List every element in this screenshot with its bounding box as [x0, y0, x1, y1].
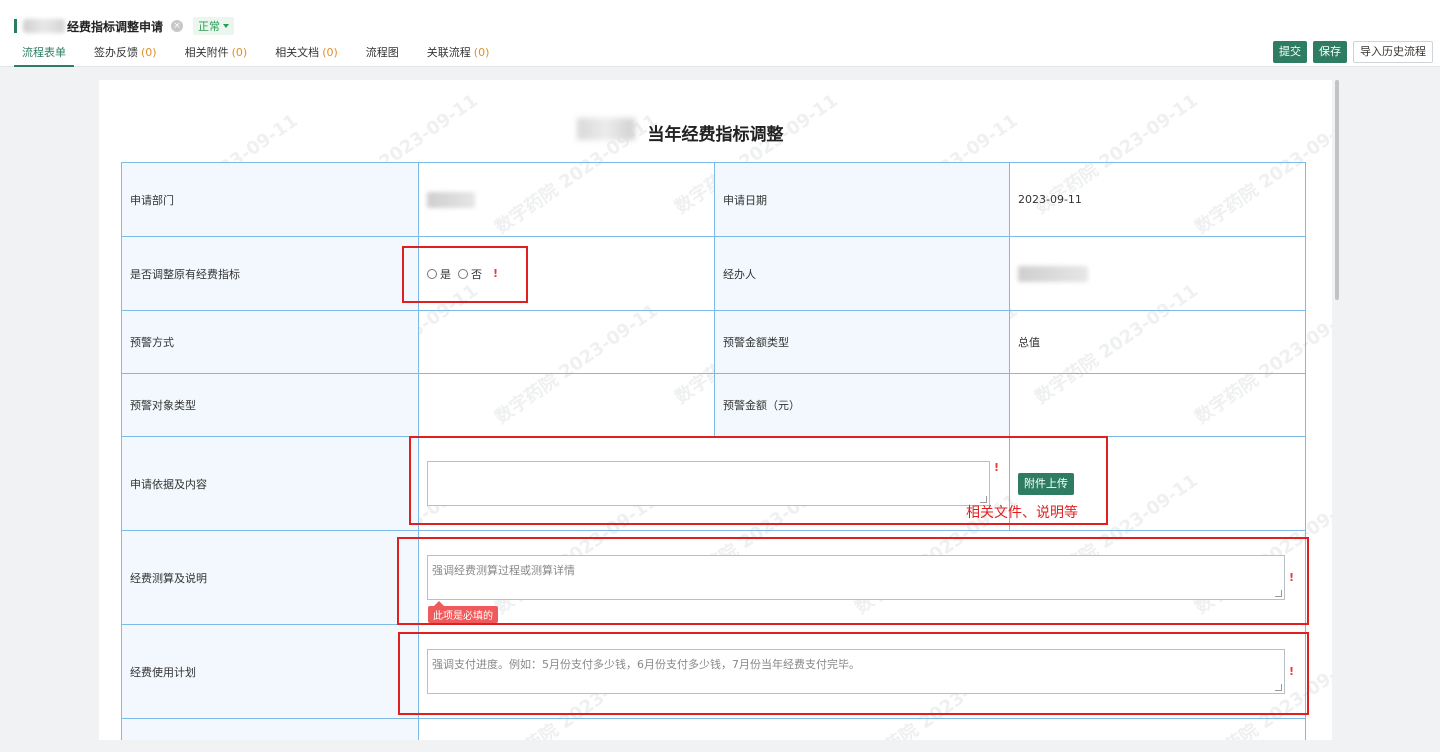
field-label	[121, 718, 419, 740]
tab-attachments[interactable]: 相关附件 (0)	[185, 44, 248, 67]
field-label: 经费测算及说明	[121, 530, 419, 625]
tab-bar: 流程表单 签办反馈 (0) 相关附件 (0) 相关文档 (0) 流程图 关联流程 (0)	[14, 44, 517, 67]
calc-cell: 强调经费测算过程或测算详情 ! 此项是必填的	[418, 530, 1306, 625]
table-row: 经费测算及说明 强调经费测算过程或测算详情 ! 此项是必填的	[121, 530, 1306, 625]
required-mark: !	[1289, 665, 1295, 678]
tab-process-form[interactable]: 流程表单	[14, 44, 74, 67]
date-value: 2023-09-11	[1009, 162, 1306, 237]
table-row: 预警对象类型 预警金额（元）	[121, 373, 1306, 437]
status-dropdown[interactable]: 正常	[193, 17, 235, 35]
required-mark: !	[994, 461, 1000, 474]
tab-label: 关联流程	[426, 46, 471, 59]
table-row: 经费使用计划 强调支付进度。例如：5月份支付多少钱，6月份支付多少钱，7月份当年…	[121, 624, 1306, 719]
tab-label: 流程表单	[22, 46, 66, 59]
table-row	[121, 718, 1306, 740]
close-icon[interactable]: ×	[171, 20, 184, 32]
tab-flowchart[interactable]: 流程图	[366, 44, 399, 67]
top-bar: 经费指标调整申请 × 正常 流程表单 签办反馈 (0) 相关附件 (0) 相关文档(…	[0, 0, 1440, 67]
redacted-handler	[1018, 265, 1088, 282]
required-tooltip: 此项是必填的	[428, 601, 498, 623]
vertical-scrollbar[interactable]	[1333, 80, 1341, 740]
basis-textarea[interactable]	[427, 461, 990, 506]
table-row: 申请依据及内容 ! 附件上传	[121, 436, 1306, 531]
import-history-button[interactable]: 导入历史流程	[1353, 41, 1433, 63]
tab-label: 相关附件	[184, 46, 229, 59]
dept-value-cell	[418, 162, 715, 237]
action-buttons: 提交 保存 导入历史流程	[1273, 41, 1433, 63]
title-accent	[14, 19, 17, 33]
calc-placeholder: 强调经费测算过程或测算详情	[432, 564, 575, 577]
field-label: 预警金额类型	[714, 310, 1010, 374]
field-label: 预警方式	[121, 310, 419, 374]
tab-count: (0)	[231, 46, 248, 59]
tab-label: 流程图	[365, 46, 399, 59]
redacted-dept	[427, 191, 475, 208]
field-label: 预警对象类型	[121, 373, 419, 437]
table-row: 是否调整原有经费指标 是 否 ! 经办人	[121, 236, 1306, 311]
form-title: 当年经费指标调整	[647, 125, 784, 145]
form-paper: 数字药院 2023-09-11 数字药院 2023-09-11 数字药院 202…	[99, 80, 1332, 740]
tab-count: (0)	[322, 46, 338, 59]
plan-placeholder: 强调支付进度。例如：5月份支付多少钱，6月份支付多少钱，7月份当年经费支付完毕。	[432, 658, 860, 671]
basis-cell: !	[418, 436, 1010, 531]
field-label: 申请依据及内容	[121, 436, 419, 531]
empty-cell	[418, 718, 1306, 740]
submit-button[interactable]: 提交	[1273, 41, 1307, 63]
plan-textarea[interactable]: 强调支付进度。例如：5月份支付多少钱，6月份支付多少钱，7月份当年经费支付完毕。	[427, 649, 1285, 694]
tab-label: 相关文档	[275, 46, 320, 59]
upload-attachment-button[interactable]: 附件上传	[1018, 472, 1074, 495]
calc-textarea[interactable]: 强调经费测算过程或测算详情	[427, 555, 1285, 600]
radio-no-label: 否	[471, 267, 482, 281]
field-label: 申请部门	[121, 162, 419, 237]
handler-value-cell	[1009, 236, 1306, 311]
tab-label: 签办反馈	[94, 46, 138, 59]
required-mark: !	[1289, 571, 1295, 584]
tab-related-process[interactable]: 关联流程 (0)	[427, 44, 490, 67]
warn-method-value[interactable]	[418, 310, 715, 374]
warn-amount-value[interactable]	[1009, 373, 1306, 437]
tab-documents[interactable]: 相关文档 (0)	[275, 44, 338, 67]
form-table: 申请部门 申请日期 2023-09-11 是否调整原有经费指标 是 否 ! 经办…	[121, 162, 1306, 740]
scroll-thumb[interactable]	[1335, 80, 1339, 300]
save-button[interactable]: 保存	[1313, 41, 1347, 63]
warn-amount-type-value: 总值	[1009, 310, 1306, 374]
field-label: 预警金额（元）	[714, 373, 1010, 437]
highlight-note: 相关文件、说明等	[966, 505, 1078, 521]
title-row: 经费指标调整申请 × 正常	[14, 16, 235, 36]
field-label: 经费使用计划	[121, 624, 419, 719]
chevron-down-icon	[223, 24, 230, 28]
adjust-radio-cell: 是 否 !	[418, 236, 715, 311]
plan-cell: 强调支付进度。例如：5月份支付多少钱，6月份支付多少钱，7月份当年经费支付完毕。…	[418, 624, 1306, 719]
table-row: 预警方式 预警金额类型 总值	[121, 310, 1306, 374]
field-label: 申请日期	[714, 162, 1010, 237]
warn-target-value[interactable]	[418, 373, 715, 437]
field-label: 是否调整原有经费指标	[121, 236, 419, 311]
radio-no[interactable]	[458, 268, 468, 279]
tab-count: (0)	[473, 46, 490, 59]
tab-feedback[interactable]: 签办反馈 (0)	[94, 44, 157, 67]
adjust-radio-group: 是 否 !	[427, 266, 706, 282]
page-title: 经费指标调整申请	[67, 19, 164, 34]
radio-yes-label: 是	[440, 267, 451, 281]
field-label: 经办人	[714, 236, 1010, 311]
status-label: 正常	[198, 20, 221, 33]
radio-yes[interactable]	[427, 268, 437, 279]
tab-count: (0)	[141, 46, 157, 59]
required-mark: !	[493, 267, 499, 280]
table-row: 申请部门 申请日期 2023-09-11	[121, 162, 1306, 237]
redacted-title-prefix	[23, 19, 65, 33]
